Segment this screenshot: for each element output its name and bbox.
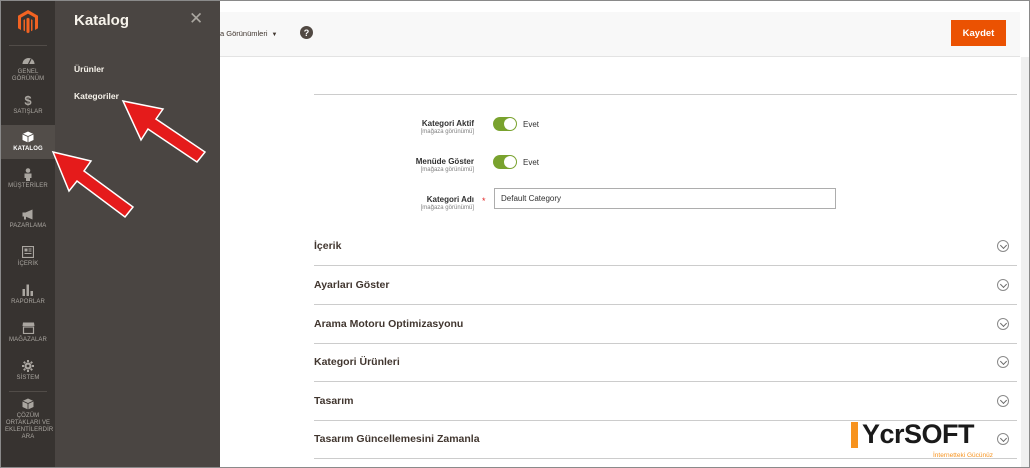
content-icon: [21, 245, 35, 259]
extensions-box-icon: [21, 397, 35, 411]
gear-icon: [21, 359, 35, 373]
category-active-value: Evet: [523, 120, 540, 129]
section-title: Tasarım: [314, 395, 354, 407]
nav-divider: [9, 45, 47, 46]
nav-item-content[interactable]: İÇERİK: [1, 245, 55, 273]
section-title: Ayarları Göster: [314, 279, 390, 291]
ycrsoft-watermark-logo: YcrSOFT İnternetteki Gücünüz: [851, 419, 1016, 463]
nav-item-label: MAĞAZALAR: [9, 337, 47, 343]
nav-item-label: MÜŞTERİLER: [8, 183, 48, 189]
section-title: Kategori Ürünleri: [314, 356, 400, 368]
watermark-slogan: İnternetteki Gücünüz: [933, 452, 993, 459]
bar-chart-icon: [21, 283, 35, 297]
watermark-bar: [851, 422, 858, 448]
chevron-down-icon[interactable]: [997, 279, 1009, 291]
field-label-category-name: Kategori Adı [mağaza görünümü]: [421, 195, 474, 211]
page-scrollbar[interactable]: [1021, 57, 1029, 467]
section-products-in-category[interactable]: Kategori Ürünleri: [314, 343, 1017, 382]
chevron-down-icon[interactable]: [997, 318, 1009, 330]
store-icon: [21, 321, 35, 335]
customer-icon: [21, 167, 35, 181]
nav-item-label: İÇERİK: [17, 261, 39, 267]
nav-divider: [9, 391, 47, 392]
field-scope-text: [mağaza görünümü]: [420, 129, 474, 135]
nav-item-catalog[interactable]: KATALOG: [1, 125, 55, 159]
field-scope-text: [mağaza görünümü]: [420, 205, 474, 211]
section-content[interactable]: İçerik: [314, 227, 1017, 266]
flyout-link-categories[interactable]: Kategoriler: [74, 91, 119, 101]
nav-item-label: SATIŞLAR: [13, 109, 43, 115]
nav-item-sales[interactable]: $ SATIŞLAR: [1, 93, 55, 121]
chevron-down-icon[interactable]: [997, 395, 1009, 407]
include-in-menu-toggle[interactable]: [493, 155, 517, 169]
field-label-category-active: Kategori Aktif [mağaza görünümü]: [421, 119, 474, 135]
nav-item-label: GENEL GÖRÜNÜM: [11, 69, 45, 82]
section-title: Arama Motoru Optimizasyonu: [314, 318, 464, 330]
section-divider: [314, 94, 1017, 95]
store-view-switcher[interactable]: a Görünümleri ▼: [220, 29, 277, 38]
field-scope-text: [mağaza görünümü]: [420, 167, 474, 173]
flyout-title: Katalog: [74, 12, 130, 29]
nav-item-dashboard[interactable]: GENEL GÖRÜNÜM: [1, 53, 55, 87]
magento-logo[interactable]: [1, 1, 55, 43]
app-frame: GENEL GÖRÜNÜM $ SATIŞLAR KATALOG MÜŞTERİ…: [0, 0, 1030, 468]
required-marker: *: [482, 196, 486, 206]
admin-sidebar: GENEL GÖRÜNÜM $ SATIŞLAR KATALOG MÜŞTERİ…: [1, 1, 55, 467]
catalog-box-icon: [21, 130, 35, 144]
nav-item-marketing[interactable]: PAZARLAMA: [1, 207, 55, 235]
page-actions-bar: a Görünümleri ▼ ? Kaydet: [220, 12, 1020, 57]
include-in-menu-value: Evet: [523, 158, 540, 167]
close-icon[interactable]: ✕: [189, 9, 203, 29]
category-name-input[interactable]: [494, 188, 836, 209]
save-button[interactable]: Kaydet: [951, 20, 1006, 46]
nav-item-label: SİSTEM: [16, 375, 40, 381]
arrow-annotation-icon: [121, 99, 207, 164]
nav-item-label: RAPORLAR: [11, 299, 45, 305]
chevron-down-icon: ▼: [271, 32, 278, 38]
nav-item-system[interactable]: SİSTEM: [1, 359, 55, 387]
catalog-flyout-menu: Katalog ✕ Ürünler Kategoriler: [55, 1, 220, 467]
watermark-brand: YcrSOFT: [862, 419, 975, 449]
nav-item-label: PAZARLAMA: [9, 223, 47, 229]
section-title: Tasarım Güncellemesini Zamanla: [314, 433, 480, 445]
field-label-text: Kategori Adı: [426, 195, 474, 204]
store-view-label: a Görünümleri: [220, 29, 268, 38]
chevron-down-icon[interactable]: [997, 356, 1009, 368]
section-seo[interactable]: Arama Motoru Optimizasyonu: [314, 305, 1017, 344]
field-label-include-in-menu: Menüde Göster [mağaza görünümü]: [416, 157, 474, 173]
section-display-settings[interactable]: Ayarları Göster: [314, 266, 1017, 305]
nav-item-customers[interactable]: MÜŞTERİLER: [1, 167, 55, 195]
help-icon[interactable]: ?: [300, 26, 313, 39]
category-active-toggle[interactable]: [493, 117, 517, 131]
nav-item-label: KATALOG: [13, 146, 43, 152]
section-title: İçerik: [314, 240, 342, 252]
section-design[interactable]: Tasarım: [314, 382, 1017, 421]
nav-item-label: ÇÖZÜM ORTAKLARI VE EKLENTİLERDİR ARA: [5, 413, 54, 440]
field-label-text: Kategori Aktif: [421, 119, 474, 128]
field-label-text: Menüde Göster: [415, 157, 474, 166]
nav-item-reports[interactable]: RAPORLAR: [1, 283, 55, 311]
magento-logo-icon: [18, 10, 38, 34]
dollar-icon: $: [24, 92, 32, 108]
flyout-link-products[interactable]: Ürünler: [74, 64, 104, 74]
dashboard-icon: [21, 53, 35, 67]
megaphone-icon: [21, 207, 35, 221]
chevron-down-icon[interactable]: [997, 240, 1009, 252]
nav-item-partners[interactable]: ÇÖZÜM ORTAKLARI VE EKLENTİLERDİR ARA: [1, 397, 55, 447]
nav-item-stores[interactable]: MAĞAZALAR: [1, 321, 55, 349]
